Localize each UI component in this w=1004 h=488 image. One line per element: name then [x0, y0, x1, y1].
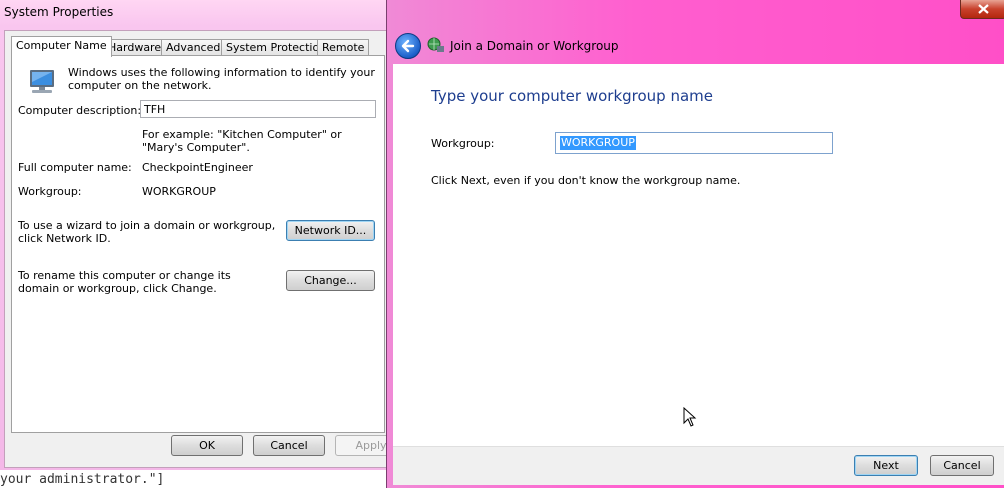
wizard-hint: Click Next, even if you don't know the w…	[431, 174, 741, 187]
system-properties-title: System Properties	[4, 5, 114, 19]
tab-remote[interactable]: Remote	[317, 39, 370, 56]
change-button[interactable]: Change...	[286, 270, 375, 291]
tab-hardware[interactable]: Hardware	[103, 39, 167, 56]
back-button[interactable]	[395, 33, 421, 59]
network-id-button[interactable]: Network ID...	[286, 220, 375, 241]
full-name-value: CheckpointEngineer	[142, 161, 253, 174]
tab-computer-name[interactable]: Computer Name	[11, 36, 112, 57]
ok-button[interactable]: OK	[171, 435, 243, 456]
computer-icon	[30, 70, 54, 93]
wizard-instruction: To use a wizard to join a domain or work…	[18, 219, 276, 245]
tab-advanced[interactable]: Advanced	[161, 39, 226, 56]
computer-name-panel: Windows uses the following information t…	[11, 55, 385, 433]
system-properties-titlebar[interactable]: System Properties	[0, 0, 386, 26]
tab-system-protection[interactable]: System Protection	[221, 39, 332, 56]
close-icon	[978, 4, 989, 14]
join-domain-wizard-window: Join a Domain or Workgroup Type your com…	[386, 0, 1004, 488]
close-button[interactable]	[960, 0, 1004, 19]
example-text: For example: "Kitchen Computer" or "Mary…	[142, 128, 342, 154]
description-label: Computer description:	[18, 104, 142, 117]
mouse-cursor-icon	[683, 407, 697, 427]
workgroup-input-selected-text: WORKGROUP	[560, 136, 636, 150]
wizard-heading: Type your computer workgroup name	[431, 87, 713, 105]
wizard-title: Join a Domain or Workgroup	[450, 39, 619, 53]
wizard-cancel-button[interactable]: Cancel	[930, 455, 994, 476]
workgroup-label: Workgroup:	[18, 185, 82, 198]
wizard-titlebar[interactable]	[387, 0, 1004, 64]
full-name-label: Full computer name:	[18, 161, 132, 174]
intro-text: Windows uses the following information t…	[68, 66, 375, 92]
background-page-text: your administrator."]	[0, 472, 165, 487]
cancel-button[interactable]: Cancel	[253, 435, 325, 456]
wizard-workgroup-label: Workgroup:	[431, 137, 495, 150]
system-properties-client: Computer Name Hardware Advanced System P…	[4, 30, 407, 468]
rename-instruction: To rename this computer or change its do…	[18, 269, 231, 295]
workgroup-input[interactable]: WORKGROUP	[555, 132, 833, 154]
wizard-content: Type your computer workgroup name Workgr…	[393, 64, 1004, 446]
description-input[interactable]: TFH	[140, 100, 376, 118]
system-properties-window: System Properties Computer Name Hardware…	[0, 0, 407, 470]
wizard-footer: Next Cancel	[393, 446, 1004, 485]
back-arrow-icon	[401, 39, 415, 53]
workgroup-value: WORKGROUP	[142, 185, 216, 198]
network-globe-icon	[427, 37, 444, 52]
next-button[interactable]: Next	[854, 455, 918, 476]
